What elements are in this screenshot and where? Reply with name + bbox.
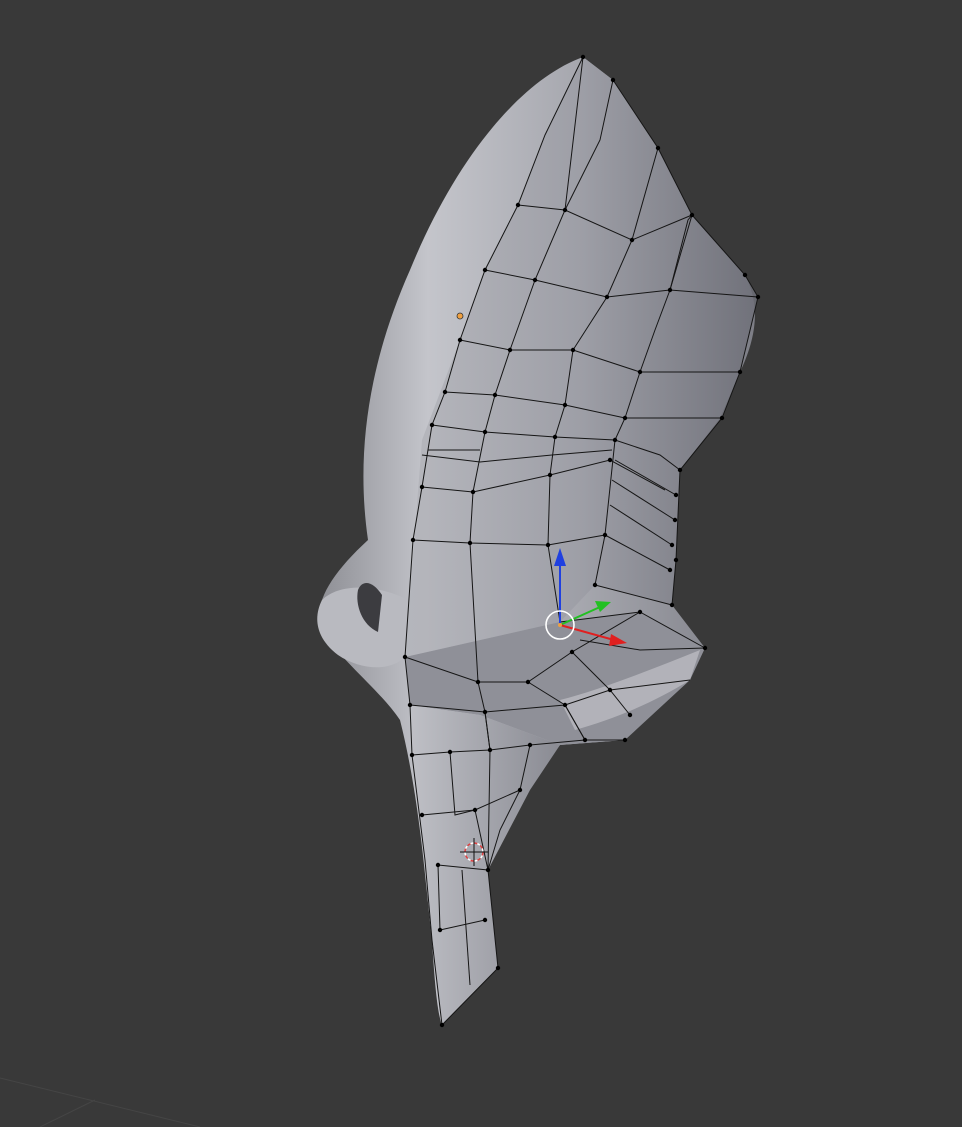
mesh-object[interactable] xyxy=(317,57,758,1025)
viewport-canvas[interactable] xyxy=(0,0,962,1127)
object-origin-icon xyxy=(456,312,464,320)
floor-grid xyxy=(0,1077,201,1127)
3d-viewport[interactable] xyxy=(0,0,962,1127)
